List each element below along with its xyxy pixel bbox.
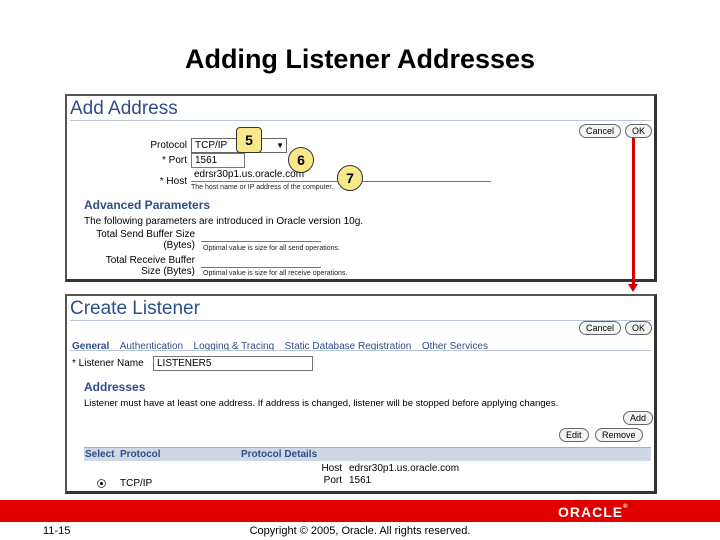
slide-title: Adding Listener Addresses — [184, 44, 536, 74]
title-divider — [70, 320, 651, 321]
add-button[interactable]: Add — [623, 411, 654, 425]
tab-bar: General Authentication Logging & Tracing… — [72, 336, 494, 354]
create-listener-title: Create Listener — [70, 298, 200, 319]
host-hint: The host name or IP address of the compu… — [191, 184, 334, 191]
connector-line — [632, 138, 635, 288]
callout-7: 7 — [337, 165, 363, 191]
send-buffer-input[interactable] — [201, 228, 321, 242]
addresses-description: Listener must have at least one address.… — [84, 398, 559, 409]
copyright: Copyright © 2005, Oracle. All rights res… — [249, 525, 471, 537]
row-host-value: edrsr30p1.us.oracle.com — [349, 463, 460, 474]
add-address-title: Add Address — [70, 98, 178, 119]
tab-divider — [70, 350, 651, 351]
oracle-logo: ORACLE® — [558, 504, 629, 520]
port-input[interactable]: 1561 — [191, 153, 245, 168]
callout-5: 5 — [236, 127, 262, 153]
remove-button[interactable]: Remove — [595, 428, 643, 442]
advanced-heading: Advanced Parameters — [84, 198, 211, 212]
cancel-button[interactable]: Cancel — [579, 124, 622, 138]
port-label: * Port — [161, 155, 187, 166]
protocol-value: TCP/IP — [195, 140, 228, 151]
advanced-intro: The following parameters are introduced … — [84, 216, 364, 227]
ok-button[interactable]: OK — [625, 321, 653, 335]
callout-6: 6 — [288, 147, 314, 173]
receive-buffer-label: Total Receive Buffer — [105, 255, 195, 266]
cancel-button[interactable]: Cancel — [579, 321, 622, 335]
create-listener-panel: Create Listener Cancel OK General Authen… — [65, 294, 657, 494]
receive-buffer-input[interactable] — [201, 254, 321, 268]
column-protocol: Protocol — [120, 449, 161, 460]
addresses-heading: Addresses — [84, 380, 146, 394]
receive-buffer-hint: Optimal value is size for all receive op… — [203, 270, 348, 277]
column-select: Select — [85, 449, 115, 460]
ok-button[interactable]: OK — [625, 124, 653, 138]
send-buffer-hint: Optimal value is size for all send opera… — [203, 245, 340, 252]
host-label: * Host — [159, 176, 187, 187]
listener-name-input[interactable]: LISTENER5 — [153, 356, 313, 371]
arrow-down-icon — [628, 284, 638, 292]
receive-buffer-unit: Size (Bytes) — [141, 266, 195, 277]
row-host-label: Host — [321, 463, 342, 474]
send-buffer-label: Total Send Buffer Size — [96, 229, 195, 240]
send-buffer-unit: (Bytes) — [163, 240, 195, 251]
protocol-label: Protocol — [150, 140, 187, 151]
row-port-label: Port — [323, 475, 342, 486]
add-address-panel: Add Address Cancel OK Protocol TCP/IP ▼ … — [65, 94, 657, 282]
listener-name-label: * Listener Name — [72, 358, 144, 369]
select-radio[interactable] — [97, 479, 106, 488]
chevron-down-icon: ▼ — [276, 141, 284, 150]
addresses-table-header: Select Protocol Protocol Details — [84, 447, 651, 461]
edit-button[interactable]: Edit — [559, 428, 589, 442]
row-port-value: 1561 — [349, 475, 372, 486]
column-protocol-details: Protocol Details — [241, 449, 318, 460]
title-divider — [70, 120, 651, 121]
row-protocol: TCP/IP — [120, 478, 153, 489]
